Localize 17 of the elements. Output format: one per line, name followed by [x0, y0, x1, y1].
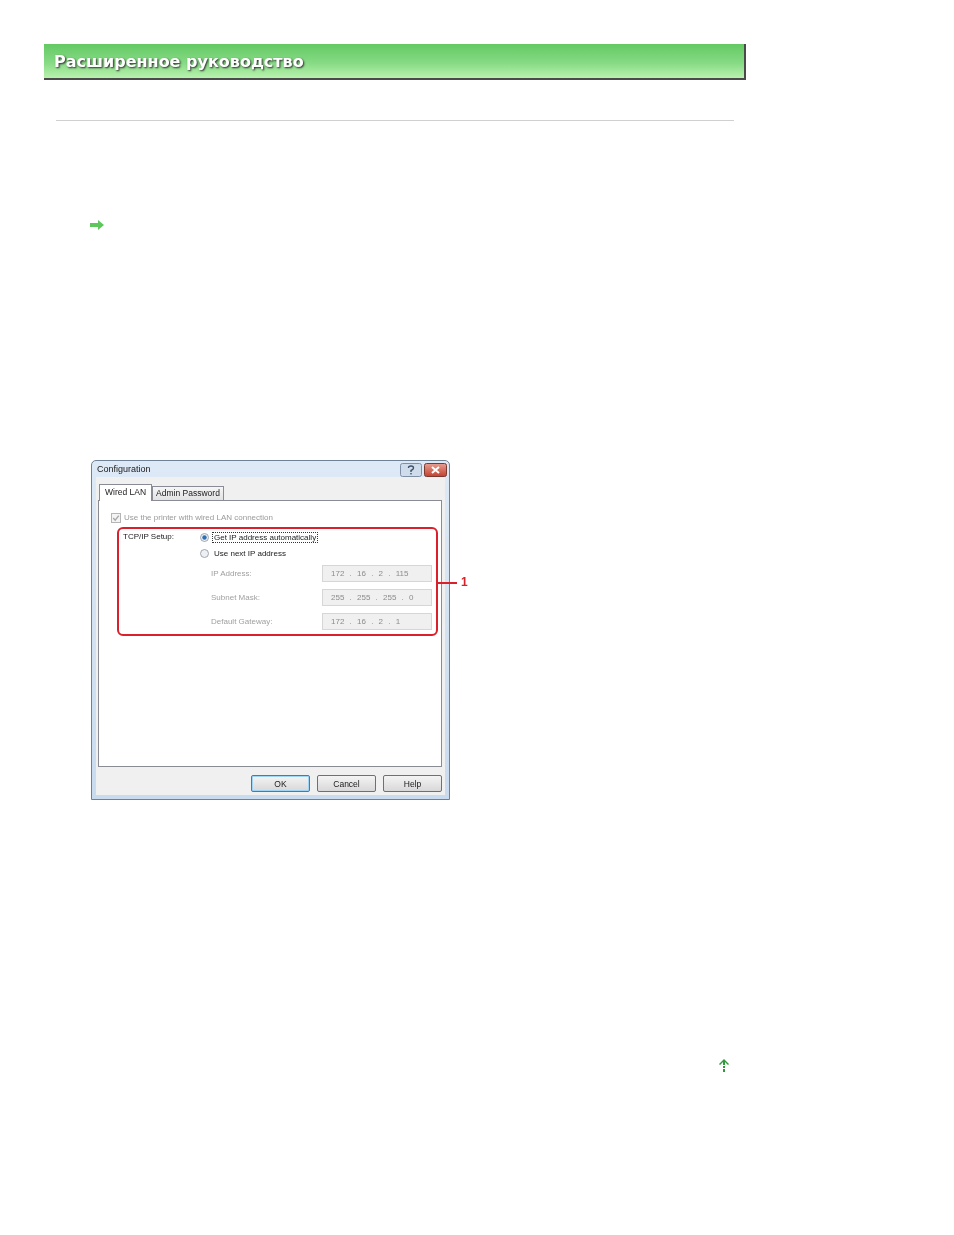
help-icon[interactable] [400, 463, 422, 477]
dialog-button[interactable]: Help [383, 775, 442, 792]
window-title: Configuration [97, 464, 151, 474]
field-label: IP Address: [211, 569, 253, 578]
field-label: Default Gateway: [211, 617, 274, 626]
setting-label: TCP/IP Setup: [123, 532, 175, 542]
tab[interactable]: Admin Password [152, 486, 224, 500]
radio-button[interactable]: Use next IP address [200, 548, 288, 558]
page-title-bar: Расширенное руководство [44, 44, 746, 80]
callout-number: 1 [461, 576, 468, 589]
dialog-button[interactable]: Cancel [317, 775, 376, 792]
arrow-up-icon[interactable] [719, 1059, 729, 1072]
close-icon[interactable] [424, 463, 447, 477]
field-label: Subnet Mask: [211, 593, 261, 602]
arrow-icon [90, 220, 104, 230]
dialog-button[interactable]: OK [251, 775, 310, 792]
tab[interactable]: Wired LAN [99, 484, 153, 501]
